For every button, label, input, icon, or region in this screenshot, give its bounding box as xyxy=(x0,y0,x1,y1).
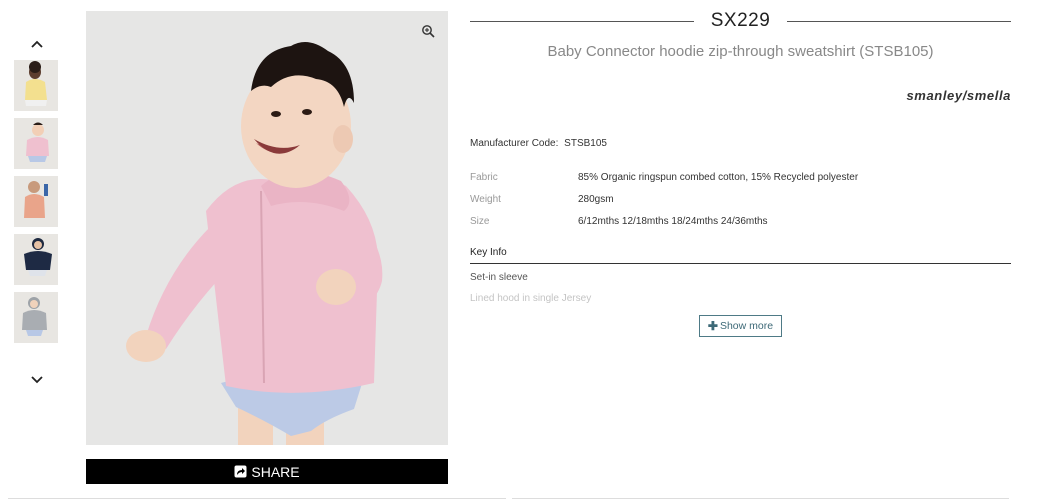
product-photo xyxy=(86,11,448,445)
spec-value: 280gsm xyxy=(578,194,614,205)
thumbnail-peach[interactable] xyxy=(14,176,58,227)
show-more-button[interactable]: ✚ Show more xyxy=(699,315,782,337)
spec-value: 6/12mths 12/18mths 18/24mths 24/36mths xyxy=(578,216,768,227)
divider xyxy=(512,498,1009,499)
share-label: SHARE xyxy=(251,463,300,480)
thumbnail-gallery xyxy=(8,30,66,395)
thumbnail-pink[interactable] xyxy=(14,118,58,169)
divider xyxy=(8,498,506,499)
share-icon xyxy=(234,465,247,478)
plus-icon: ✚ xyxy=(707,319,718,333)
thumbnail-navy[interactable] xyxy=(14,234,58,285)
manufacturer-code-value: STSB105 xyxy=(564,138,607,149)
product-code-header: SX229 xyxy=(470,10,1011,34)
key-info-heading: Key Info xyxy=(470,247,507,258)
manufacturer-code-label: Manufacturer Code: xyxy=(470,138,559,149)
thumbnail-yellow[interactable] xyxy=(14,60,58,111)
spec-value: 85% Organic ringspun combed cotton, 15% … xyxy=(578,172,859,183)
product-title: Baby Connector hoodie zip-through sweats… xyxy=(547,43,934,60)
show-more-label: Show more xyxy=(719,320,774,332)
divider xyxy=(470,21,694,22)
spec-label: Weight xyxy=(470,194,501,205)
zoom-in-icon[interactable] xyxy=(421,24,435,38)
brand-logo: sтanley/sтella xyxy=(906,88,1011,103)
thumbnail-grey[interactable] xyxy=(14,292,58,343)
share-button[interactable]: SHARE xyxy=(86,459,448,484)
divider xyxy=(787,21,1011,22)
chevron-up-icon[interactable] xyxy=(29,36,45,52)
chevron-down-icon[interactable] xyxy=(29,372,45,388)
product-code: SX229 xyxy=(710,10,771,31)
key-info-item: Set-in sleeve xyxy=(470,272,528,283)
spec-label: Size xyxy=(470,216,490,227)
key-info-item: Lined hood in single Jersey xyxy=(470,293,592,304)
spec-label: Fabric xyxy=(470,172,498,183)
main-product-image[interactable] xyxy=(86,11,448,445)
divider xyxy=(470,263,1011,264)
manufacturer-code: Manufacturer Code: STSB105 xyxy=(470,138,607,149)
